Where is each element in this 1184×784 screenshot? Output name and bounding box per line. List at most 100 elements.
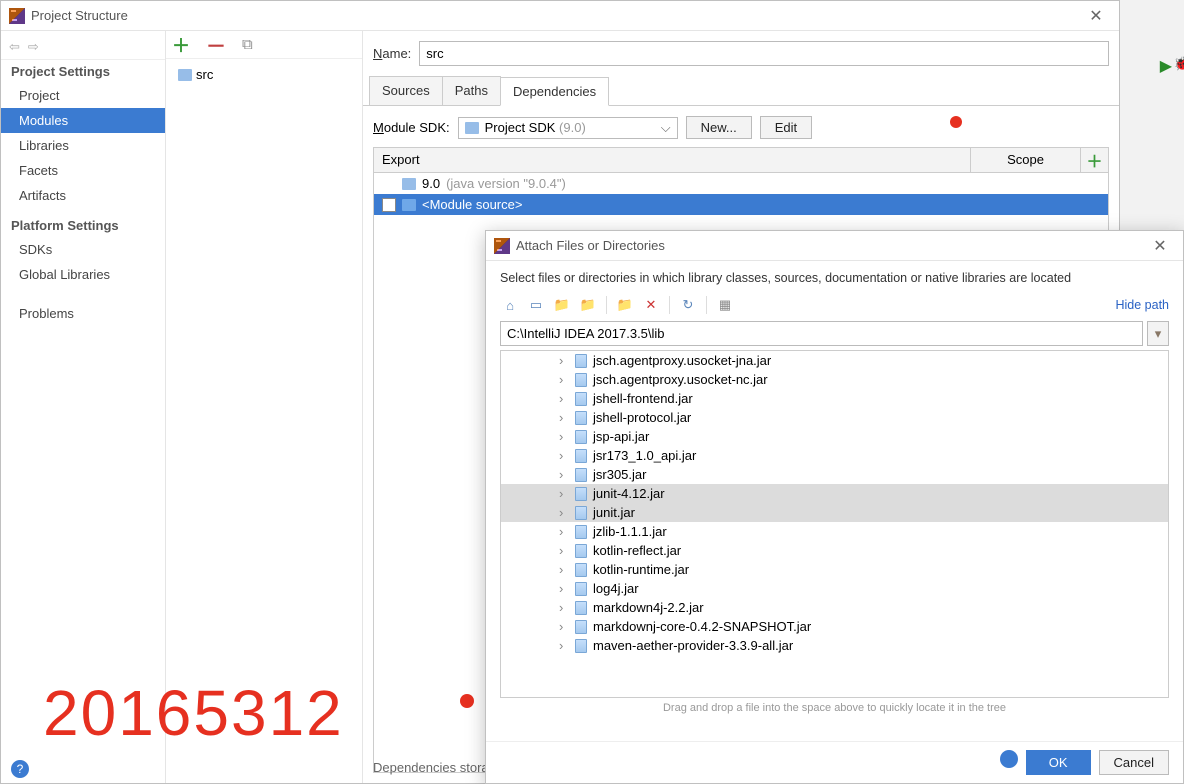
debug-icon[interactable]: 🐞	[1174, 56, 1184, 72]
window-title: Project Structure	[31, 8, 1081, 23]
jar-icon	[575, 354, 587, 368]
help-icon[interactable]: ?	[1000, 750, 1018, 768]
ok-button[interactable]: OK	[1026, 750, 1091, 775]
file-name: kotlin-runtime.jar	[593, 562, 689, 577]
file-row[interactable]: ›jsp-api.jar	[501, 427, 1168, 446]
dependency-row-module-source[interactable]: <Module source>	[374, 194, 1108, 215]
chevron-right-icon: ›	[559, 600, 569, 615]
jar-icon	[575, 563, 587, 577]
jar-icon	[575, 544, 587, 558]
platform-settings-header: Platform Settings	[1, 214, 165, 237]
close-icon[interactable]: ✕	[1081, 6, 1111, 26]
chevron-right-icon: ›	[559, 486, 569, 501]
sidebar-item-project[interactable]: Project	[1, 83, 165, 108]
path-input[interactable]	[500, 321, 1143, 346]
jar-icon	[575, 601, 587, 615]
hide-path-link[interactable]: Hide path	[1115, 298, 1169, 312]
jar-icon	[575, 392, 587, 406]
file-name: jshell-protocol.jar	[593, 410, 691, 425]
chevron-right-icon: ›	[559, 581, 569, 596]
file-row[interactable]: ›jsch.agentproxy.usocket-nc.jar	[501, 370, 1168, 389]
chevron-right-icon: ›	[559, 505, 569, 520]
nav-back-icon[interactable]: ⇦	[9, 39, 20, 55]
module-row-src[interactable]: src	[172, 65, 356, 84]
checkbox[interactable]	[382, 198, 396, 212]
nav-forward-icon[interactable]: ⇨	[28, 39, 39, 55]
sidebar-item-artifacts[interactable]: Artifacts	[1, 183, 165, 208]
module-sdk-select[interactable]: Project SDK (9.0) ⌵	[458, 117, 678, 139]
file-row[interactable]: ›jsr173_1.0_api.jar	[501, 446, 1168, 465]
scope-column: Scope	[970, 148, 1080, 172]
delete-icon[interactable]: ✕	[641, 295, 661, 315]
dependency-row-jdk[interactable]: 9.0 (java version "9.0.4")	[374, 173, 1108, 194]
folder-icon	[402, 178, 416, 190]
file-row[interactable]: › junit-4.12.jar	[501, 484, 1168, 503]
chevron-down-icon: ⌵	[661, 120, 671, 136]
desktop-icon[interactable]: ▭	[526, 295, 546, 315]
add-module-icon[interactable]: ＋	[172, 32, 190, 58]
chevron-right-icon: ›	[559, 638, 569, 653]
copy-module-icon[interactable]: ⧉	[242, 36, 253, 53]
file-tree[interactable]: ›jsch.agentproxy.usocket-jna.jar›jsch.ag…	[500, 350, 1169, 698]
chevron-right-icon: ›	[559, 619, 569, 634]
file-name: jsch.agentproxy.usocket-nc.jar	[593, 372, 768, 387]
refresh-icon[interactable]: ↻	[678, 295, 698, 315]
module-name-input[interactable]	[419, 41, 1109, 66]
jar-icon	[575, 582, 587, 596]
file-row[interactable]: ›jzlib-1.1.1.jar	[501, 522, 1168, 541]
folder-icon	[178, 69, 192, 81]
file-row[interactable]: › junit.jar	[501, 503, 1168, 522]
file-row[interactable]: ›jshell-frontend.jar	[501, 389, 1168, 408]
jar-icon	[575, 525, 587, 539]
annotation-dot	[460, 694, 474, 708]
export-column: Export	[374, 148, 970, 172]
module-toolbar: ＋ － ⧉	[166, 31, 362, 59]
sidebar-item-facets[interactable]: Facets	[1, 158, 165, 183]
help-icon[interactable]: ?	[11, 760, 29, 778]
file-row[interactable]: ›markdownj-core-0.4.2-SNAPSHOT.jar	[501, 617, 1168, 636]
file-row[interactable]: ›kotlin-reflect.jar	[501, 541, 1168, 560]
file-row[interactable]: ›jsr305.jar	[501, 465, 1168, 484]
name-label: Name:	[373, 46, 411, 61]
run-icon[interactable]: ▶	[1160, 56, 1172, 76]
show-hidden-icon[interactable]: ▦	[715, 295, 735, 315]
sidebar-item-libraries[interactable]: Libraries	[1, 133, 165, 158]
file-row[interactable]: ›kotlin-runtime.jar	[501, 560, 1168, 579]
new-sdk-button[interactable]: New...	[686, 116, 752, 139]
sidebar-item-modules[interactable]: Modules	[1, 108, 165, 133]
project-dir-icon[interactable]: 📁	[552, 295, 572, 315]
file-name: junit.jar	[593, 505, 635, 520]
sidebar-item-problems[interactable]: Problems	[1, 301, 165, 326]
add-dependency-icon[interactable]: ＋	[1080, 148, 1108, 172]
new-folder-icon[interactable]: 📁	[615, 295, 635, 315]
module-name: src	[196, 67, 213, 82]
jar-icon	[575, 487, 587, 501]
tab-sources[interactable]: Sources	[369, 76, 443, 105]
file-name: log4j.jar	[593, 581, 639, 596]
remove-module-icon[interactable]: －	[206, 30, 226, 59]
module-dir-icon[interactable]: 📁	[578, 295, 598, 315]
file-row[interactable]: ›jsch.agentproxy.usocket-jna.jar	[501, 351, 1168, 370]
file-name: kotlin-reflect.jar	[593, 543, 681, 558]
file-name: maven-aether-provider-3.3.9-all.jar	[593, 638, 793, 653]
file-name: jsr173_1.0_api.jar	[593, 448, 696, 463]
dialog-title: Attach Files or Directories	[516, 238, 1145, 253]
sidebar-item-global-libraries[interactable]: Global Libraries	[1, 262, 165, 287]
close-icon[interactable]: ✕	[1145, 236, 1175, 256]
file-row[interactable]: › log4j.jar	[501, 579, 1168, 598]
home-icon[interactable]: ⌂	[500, 295, 520, 315]
jar-icon	[575, 639, 587, 653]
file-row[interactable]: › maven-aether-provider-3.3.9-all.jar	[501, 636, 1168, 655]
tab-dependencies[interactable]: Dependencies	[500, 77, 609, 106]
file-row[interactable]: ›markdown4j-2.2.jar	[501, 598, 1168, 617]
file-name: junit-4.12.jar	[593, 486, 665, 501]
cancel-button[interactable]: Cancel	[1099, 750, 1169, 775]
tab-paths[interactable]: Paths	[442, 76, 501, 105]
sdk-folder-icon	[465, 122, 479, 134]
file-row[interactable]: ›jshell-protocol.jar	[501, 408, 1168, 427]
sidebar-item-sdks[interactable]: SDKs	[1, 237, 165, 262]
edit-sdk-button[interactable]: Edit	[760, 116, 812, 139]
jar-icon	[575, 430, 587, 444]
chevron-right-icon: ›	[559, 524, 569, 539]
path-history-icon[interactable]: ▾	[1147, 321, 1169, 346]
